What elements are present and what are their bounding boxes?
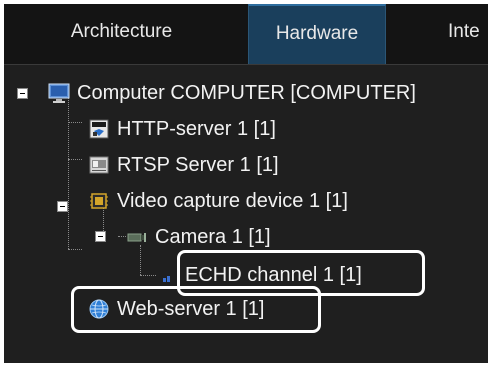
- channel-icon: [156, 264, 178, 286]
- tree-connector: [68, 249, 82, 250]
- tree-node-label: HTTP-server 1 [1]: [117, 117, 276, 140]
- tree-node-label: Computer COMPUTER [COMPUTER]: [77, 81, 416, 104]
- tree-connector: [68, 159, 82, 160]
- tree-connector: [68, 122, 82, 123]
- hardware-panel: Architecture Hardware Inte Computer COMP…: [4, 4, 488, 363]
- rtsp-server-icon: [88, 154, 110, 176]
- tree-node-echd-channel[interactable]: ECHD channel 1 [1]: [156, 259, 362, 291]
- tree-node-rtsp-server[interactable]: RTSP Server 1 [1]: [88, 149, 279, 181]
- tree-node-video-capture[interactable]: Video capture device 1 [1]: [88, 185, 348, 217]
- tree-node-label: RTSP Server 1 [1]: [117, 153, 279, 176]
- tree-node-label: Camera 1 [1]: [155, 225, 271, 248]
- tab-interfaces[interactable]: Inte: [448, 4, 488, 64]
- tree-connector: [118, 236, 126, 237]
- hardware-tree: Computer COMPUTER [COMPUTER] HTTP-server…: [4, 65, 488, 363]
- tree-node-camera[interactable]: Camera 1 [1]: [126, 221, 271, 253]
- tree-node-label: Video capture device 1 [1]: [117, 189, 348, 212]
- camera-icon: [126, 226, 148, 248]
- tab-architecture[interactable]: Architecture: [4, 4, 239, 64]
- expand-toggle-computer[interactable]: [17, 88, 28, 99]
- expand-toggle-camera[interactable]: [95, 231, 106, 242]
- globe-icon: [88, 298, 110, 320]
- monitor-icon: [48, 82, 70, 104]
- capture-chip-icon: [88, 190, 110, 212]
- expand-toggle-video-capture[interactable]: [57, 201, 68, 212]
- tree-node-http-server[interactable]: HTTP-server 1 [1]: [88, 113, 276, 145]
- tree-connector: [68, 97, 69, 249]
- tree-node-label: ECHD channel 1 [1]: [185, 263, 362, 286]
- tree-node-web-server[interactable]: Web-server 1 [1]: [88, 293, 264, 325]
- tree-node-label: Web-server 1 [1]: [117, 297, 265, 320]
- http-server-icon: [88, 118, 110, 140]
- tab-hardware[interactable]: Hardware: [248, 4, 386, 64]
- tab-bar: Architecture Hardware Inte: [4, 4, 488, 65]
- tree-connector: [140, 275, 156, 276]
- tree-node-computer[interactable]: Computer COMPUTER [COMPUTER]: [48, 77, 416, 109]
